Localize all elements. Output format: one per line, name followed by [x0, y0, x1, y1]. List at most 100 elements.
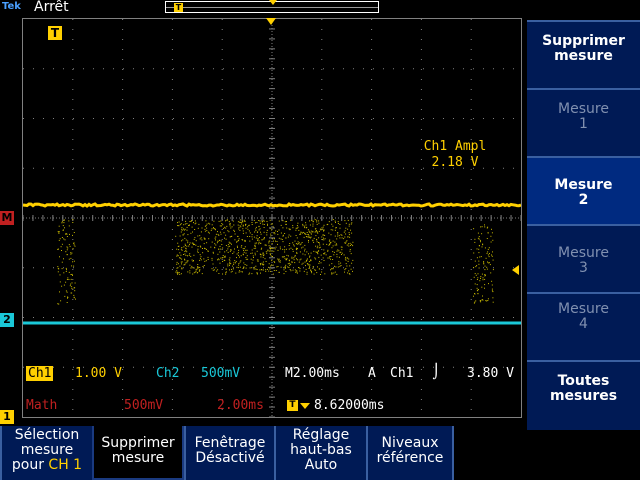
ch1-noise-dot: [307, 258, 308, 259]
ch1-noise-dot: [181, 262, 182, 263]
waveform-display[interactable]: [22, 18, 522, 418]
ch1-noise-dot: [491, 281, 492, 282]
ch1-noise-dot: [270, 220, 271, 221]
ch1-noise-dot: [485, 275, 486, 276]
side-button-measure-2[interactable]: Mesure 2: [527, 156, 640, 224]
ch1-noise-dot: [482, 274, 483, 275]
ch1-noise-dot: [344, 269, 345, 270]
ch1-noise-dot: [191, 266, 192, 267]
ch1-noise-dot: [58, 249, 59, 250]
bottom-button-reference-levels[interactable]: Niveaux référence: [366, 426, 454, 480]
ch1-noise-dot: [66, 233, 67, 234]
ch1-noise-dot: [300, 244, 301, 245]
ch1-noise-dot: [270, 266, 271, 267]
ch1-noise-dot: [257, 274, 258, 275]
ch1-noise-dot: [72, 282, 73, 283]
ch1-noise-dot: [229, 242, 230, 243]
ch1-noise-dot: [283, 241, 284, 242]
bottom-button-select-measure[interactable]: Sélection mesure pour CH 1: [0, 426, 92, 480]
ch1-noise-dot: [338, 250, 339, 251]
ch1-noise-dot: [255, 228, 256, 229]
ch1-noise-dot: [267, 221, 268, 222]
ch1-noise-dot: [73, 266, 74, 267]
ch1-noise-dot: [284, 269, 285, 270]
ch1-noise-dot: [323, 244, 324, 245]
ch1-noise-dot: [255, 253, 256, 254]
ch1-noise-dot: [475, 266, 476, 267]
ch1-ground-marker: 1: [0, 410, 14, 424]
ch1-noise-dot: [261, 234, 262, 235]
ch1-noise-dot: [72, 275, 73, 276]
ch1-noise-dot: [289, 263, 290, 264]
side-button-delete-measure[interactable]: Supprimer mesure: [527, 20, 640, 88]
ch1-noise-dot: [252, 250, 253, 251]
ch1-noise-dot: [195, 220, 196, 221]
ch1-noise-dot: [308, 264, 309, 265]
ch1-noise-dot: [204, 239, 205, 240]
ch1-noise-dot: [255, 248, 256, 249]
ch1-noise-dot: [66, 290, 67, 291]
ch1-noise-dot: [199, 260, 200, 261]
ch1-noise-dot: [297, 248, 298, 249]
ch1-noise-dot: [217, 242, 218, 243]
ch1-noise-dot: [317, 241, 318, 242]
side-button-measure-3[interactable]: Mesure 3: [527, 224, 640, 292]
graticule: [23, 19, 521, 417]
ch1-noise-dot: [334, 242, 335, 243]
ch1-noise-dot: [335, 236, 336, 237]
ch1-noise-dot: [309, 264, 310, 265]
ch1-noise-dot: [253, 257, 254, 258]
side-button-all-measures[interactable]: Toutes mesures: [527, 360, 640, 430]
ch1-noise-dot: [250, 267, 251, 268]
side-button-measure-1[interactable]: Mesure 1: [527, 88, 640, 156]
ch1-noise-dot: [299, 262, 300, 263]
ch1-noise-dot: [306, 260, 307, 261]
ch1-noise-dot: [305, 234, 306, 235]
ch1-noise-dot: [227, 230, 228, 231]
ch1-noise-dot: [321, 227, 322, 228]
record-bar-line: [166, 7, 378, 8]
ch1-noise-dot: [323, 235, 324, 236]
ch1-noise-dot: [348, 220, 349, 221]
ch1-noise-dot: [317, 246, 318, 247]
ch1-noise-dot: [189, 270, 190, 271]
ch1-noise-dot: [240, 262, 241, 263]
ch1-noise-dot: [226, 271, 227, 272]
ch1-noise-dot: [205, 231, 206, 232]
ch1-noise-dot: [236, 242, 237, 243]
ch1-noise-dot: [264, 237, 265, 238]
ch1-noise-dot: [255, 254, 256, 255]
bottom-button-delete-measure[interactable]: Supprimer mesure: [92, 426, 184, 480]
ch1-noise-dot: [279, 230, 280, 231]
ch1-noise-dot: [480, 301, 481, 302]
ch1-noise-dot: [272, 238, 273, 239]
ch1-noise-dot: [274, 262, 275, 263]
bottom-button-line3: Auto: [276, 458, 366, 473]
ch1-noise-dot: [217, 254, 218, 255]
ch1-noise-dot: [65, 282, 66, 283]
bottom-button-high-low-method[interactable]: Réglage haut-bas Auto: [274, 426, 366, 480]
ch1-noise-dot: [244, 252, 245, 253]
ch1-noise-dot: [213, 227, 214, 228]
ch1-noise-dot: [226, 226, 227, 227]
ch1-noise-dot: [253, 260, 254, 261]
ch1-noise-dot: [293, 244, 294, 245]
ch1-noise-dot: [193, 244, 194, 245]
ch1-noise-dot: [266, 253, 267, 254]
ch1-noise-dot: [311, 220, 312, 221]
ch1-noise-dot: [231, 272, 232, 273]
ch1-noise-dot: [286, 249, 287, 250]
ch1-noise-dot: [243, 268, 244, 269]
ch1-noise-dot: [289, 249, 290, 250]
bottom-button-gating[interactable]: Fenêtrage Désactivé: [184, 426, 274, 480]
ch1-noise-dot: [289, 245, 290, 246]
ch1-noise-dot: [233, 230, 234, 231]
ch1-noise-dot: [213, 221, 214, 222]
ch1-noise-dot: [296, 258, 297, 259]
side-button-measure-4[interactable]: Mesure 4: [527, 292, 640, 360]
ch1-noise-dot: [301, 232, 302, 233]
ch1-noise-dot: [211, 230, 212, 231]
ch1-noise-dot: [480, 278, 481, 279]
ch1-noise-dot: [274, 270, 275, 271]
ch1-noise-dot: [316, 239, 317, 240]
